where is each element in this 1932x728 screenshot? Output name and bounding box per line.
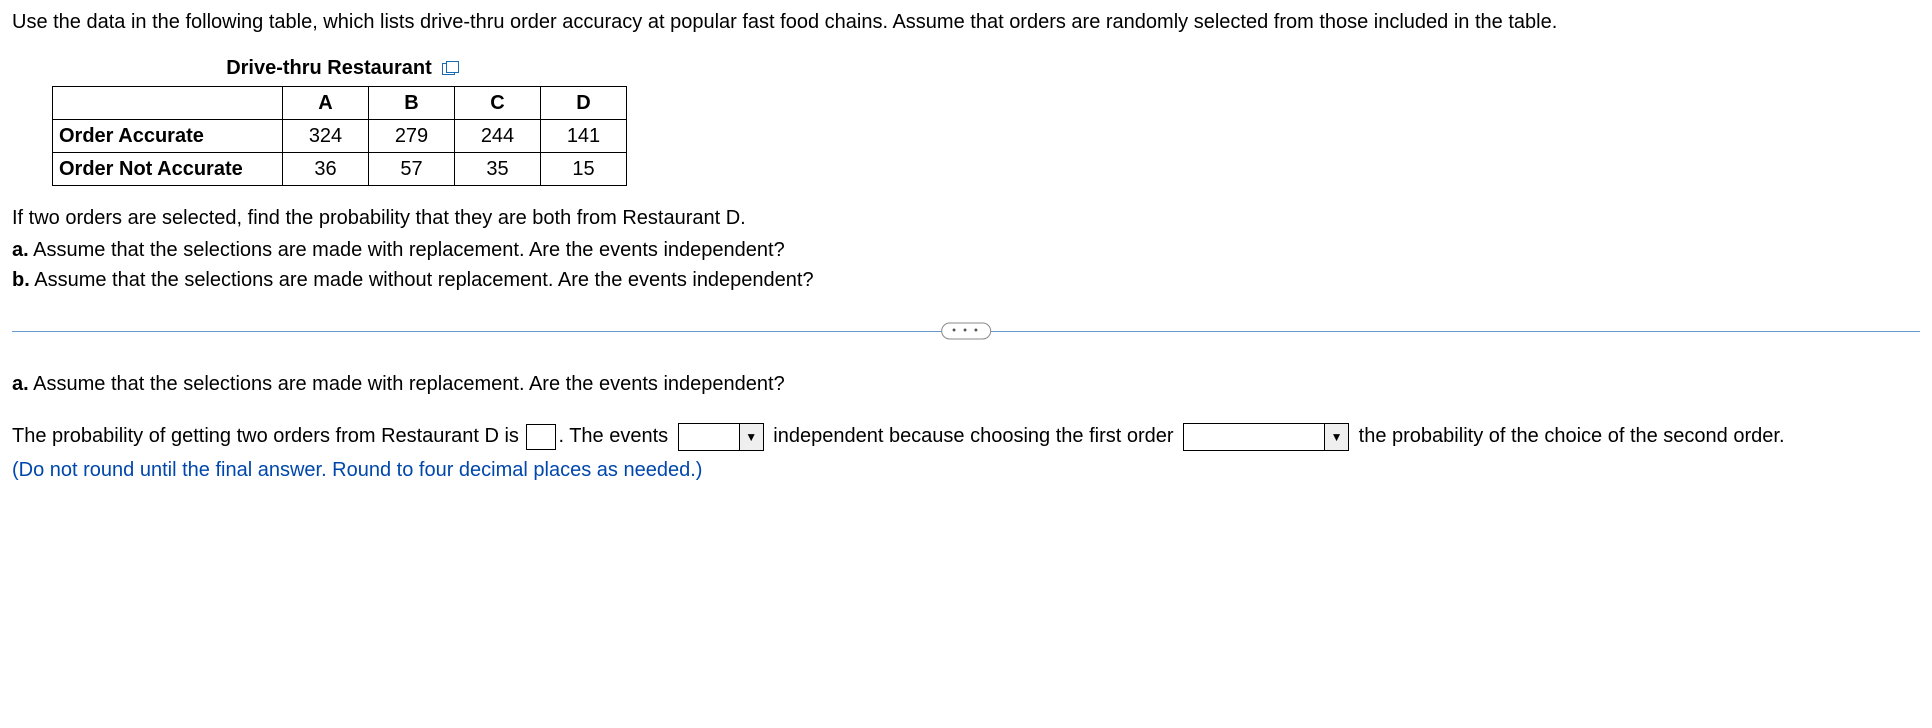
popout-icon[interactable] [442,61,458,75]
part-b-text: Assume that the selections are made with… [30,269,814,291]
table-corner [53,87,283,120]
table-cell: 15 [541,153,627,186]
rounding-instruction: (Do not round until the final answer. Ro… [12,456,1920,484]
table-cell: 324 [283,120,369,153]
table-title: Drive-thru Restaurant [226,54,432,82]
effect-dropdown[interactable]: ▼ [1183,423,1349,451]
answer-part-a-prompt: a. Assume that the selections are made w… [12,370,1920,398]
question-part-b: b. Assume that the selections are made w… [12,266,1920,294]
row-label: Order Accurate [53,120,283,153]
table-cell: 141 [541,120,627,153]
answer-seg4: the probability of the choice of the sec… [1353,425,1784,447]
data-table: A B C D Order Accurate 324 279 244 141 O… [52,86,627,186]
intro-text: Use the data in the following table, whi… [12,8,1920,36]
answer-seg3: independent because choosing the first o… [768,425,1179,447]
answer-seg1: The probability of getting two orders fr… [12,425,524,447]
question-lead: If two orders are selected, find the pro… [12,204,1920,232]
table-cell: 244 [455,120,541,153]
chevron-down-icon: ▼ [739,424,763,450]
col-header: D [541,87,627,120]
question-part-a: a. Assume that the selections are made w… [12,236,1920,264]
section-divider: • • • [12,322,1920,340]
part-a-text: Assume that the selections are made with… [29,239,785,261]
col-header: A [283,87,369,120]
answer-fill-line: The probability of getting two orders fr… [12,416,1920,456]
dropdown-text [679,424,739,450]
table-cell: 35 [455,153,541,186]
divider-expand-button[interactable]: • • • [941,323,991,340]
chevron-down-icon: ▼ [1324,424,1348,450]
dropdown-text [1184,424,1324,450]
table-cell: 279 [369,120,455,153]
table-cell: 36 [283,153,369,186]
answer-part-label: a. [12,373,29,395]
independence-dropdown[interactable]: ▼ [678,423,764,451]
table-row: Order Not Accurate 36 57 35 15 [53,153,627,186]
table-cell: 57 [369,153,455,186]
row-label: Order Not Accurate [53,153,283,186]
col-header: B [369,87,455,120]
table-title-row: Drive-thru Restaurant [52,54,632,82]
part-b-label: b. [12,269,30,291]
probability-input[interactable] [526,424,556,450]
table-row: Order Accurate 324 279 244 141 [53,120,627,153]
part-a-label: a. [12,239,29,261]
data-table-wrapper: Drive-thru Restaurant A B C D Order Accu… [52,54,1920,186]
col-header: C [455,87,541,120]
answer-part-text: Assume that the selections are made with… [29,373,785,395]
answer-seg2: . The events [558,425,673,447]
